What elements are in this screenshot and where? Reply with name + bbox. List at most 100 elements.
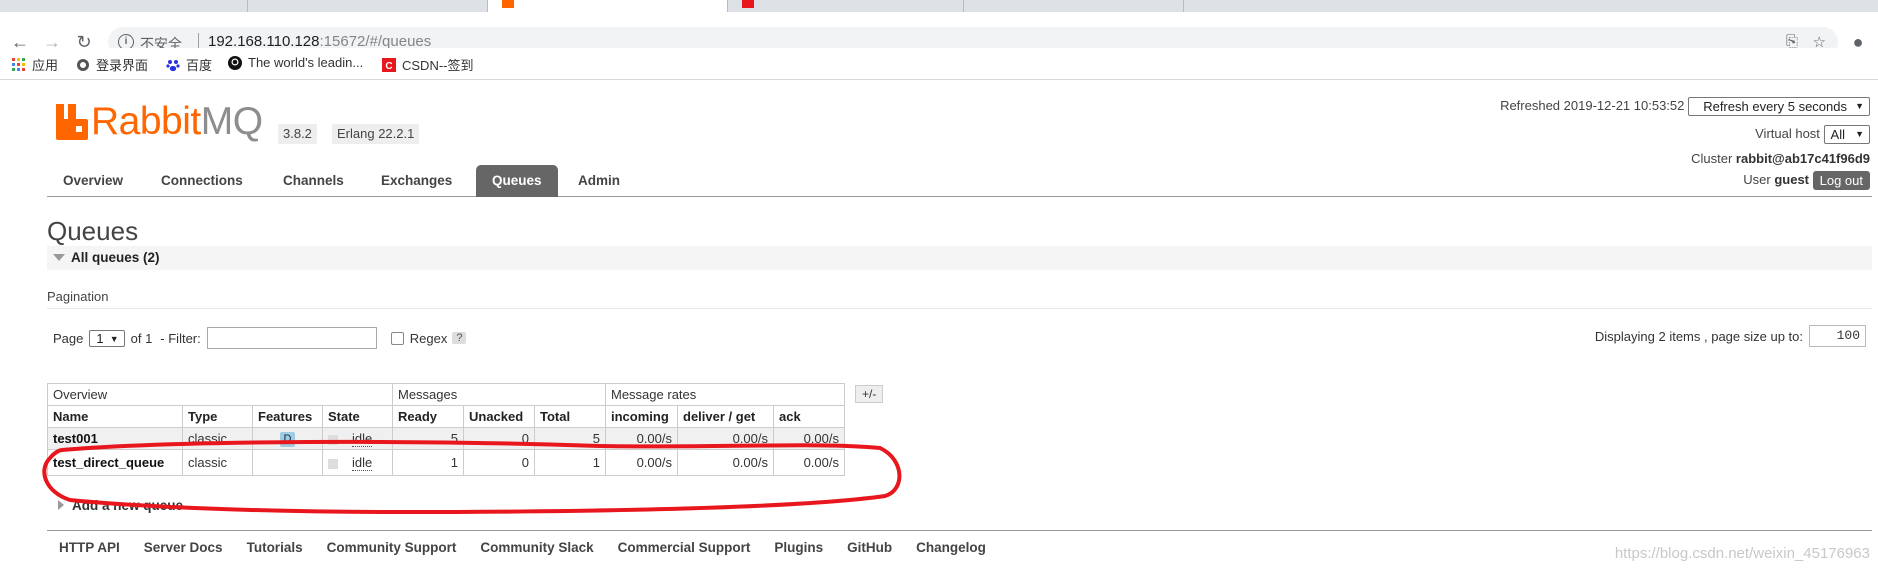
col-features[interactable]: Features <box>252 405 323 428</box>
main-nav: Overview Connections Channels Exchanges … <box>47 165 1872 197</box>
cluster-row: Cluster rabbit@ab17c41f96d9 <box>1691 151 1870 166</box>
watermark: https://blog.csdn.net/weixin_45176963 <box>1614 545 1870 562</box>
tab-overview[interactable]: Overview <box>47 165 139 197</box>
bookmark-csdn[interactable]: C CSDN--签到 <box>382 55 474 74</box>
expand-triangle-icon <box>58 500 64 510</box>
col-name[interactable]: Name <box>47 405 183 428</box>
browser-toolbar: ← → ↻ i 不安全 192.168.110.128:15672/#/queu… <box>0 12 1878 57</box>
collapse-triangle-icon <box>53 254 65 261</box>
group-message-rates: Message rates <box>605 383 845 406</box>
tab-channels[interactable]: Channels <box>267 165 360 197</box>
globe-icon <box>77 58 89 71</box>
csdn-favicon-icon <box>742 0 754 8</box>
browser-tab[interactable] <box>248 0 488 12</box>
browser-tab-active[interactable] <box>488 0 728 12</box>
rabbitmq-logo[interactable]: RabbitMQ <box>56 102 263 141</box>
regex-checkbox[interactable] <box>390 331 404 345</box>
page-select[interactable]: 1 <box>89 329 125 347</box>
table-group-header: Overview Messages Message rates <box>47 383 845 406</box>
page-count: of 1 <box>130 330 153 346</box>
regex-help-button[interactable]: ? <box>452 332 467 344</box>
refresh-status: Refreshed 2019-12-21 10:53:52 Refresh ev… <box>1500 97 1870 116</box>
queue-state: idle <box>322 449 393 476</box>
footer-link-server-docs[interactable]: Server Docs <box>144 540 223 555</box>
tab-admin[interactable]: Admin <box>562 165 636 197</box>
footer-link-commercial-support[interactable]: Commercial Support <box>618 540 751 555</box>
tab-queues[interactable]: Queues <box>476 165 558 197</box>
browser-tab[interactable] <box>0 0 248 12</box>
ready-count: 1 <box>392 449 464 476</box>
version-badge: 3.8.2 <box>278 124 317 144</box>
queue-name-link[interactable]: test001 <box>47 427 183 450</box>
bookmark-label: 应用 <box>32 58 59 73</box>
column-toggle-button[interactable]: +/- <box>855 385 884 403</box>
page-size-input[interactable]: 100 <box>1809 325 1866 347</box>
queue-type: classic <box>182 427 253 450</box>
col-unacked[interactable]: Unacked <box>463 405 535 428</box>
page-label: Page <box>53 330 84 346</box>
ack-rate: 0.00/s <box>773 427 845 450</box>
table-row[interactable]: test001 classic D idle 5 0 5 0.00/s 0.00… <box>47 427 845 450</box>
red-annotation-outline <box>42 439 902 515</box>
queue-type: classic <box>182 449 253 476</box>
queues-table: Overview Messages Message rates Name Typ… <box>47 383 845 476</box>
erlang-version-badge: Erlang 22.2.1 <box>332 124 420 144</box>
bookmark-label: 登录界面 <box>96 58 149 73</box>
state-indicator-icon <box>328 434 338 445</box>
table-row[interactable]: test_direct_queue classic idle 1 0 1 0.0… <box>47 449 845 476</box>
filter-input[interactable] <box>206 327 377 349</box>
col-total[interactable]: Total <box>534 405 606 428</box>
bookmark-apps[interactable]: 应用 <box>12 55 58 74</box>
filter-label: - Filter: <box>160 330 201 346</box>
bookmark-label: CSDN--签到 <box>402 58 474 73</box>
add-queue-toggle[interactable]: Add a new queue <box>58 498 183 513</box>
cluster-label: Cluster <box>1691 151 1733 166</box>
col-ready[interactable]: Ready <box>392 405 464 428</box>
pagination-heading: Pagination <box>47 289 109 304</box>
footer-link-http-api[interactable]: HTTP API <box>59 540 120 555</box>
total-count: 5 <box>534 427 606 450</box>
divider <box>47 308 1872 309</box>
bookmark-baidu[interactable]: 百度 <box>166 55 212 74</box>
page-size-control: Displaying 2 items , page size up to: 10… <box>1595 325 1866 347</box>
col-incoming[interactable]: incoming <box>605 405 678 428</box>
page-title: Queues <box>47 216 139 246</box>
footer-link-community-slack[interactable]: Community Slack <box>480 540 593 555</box>
queue-name-link[interactable]: test_direct_queue <box>47 449 183 476</box>
bookmark-login[interactable]: 登录界面 <box>76 55 148 74</box>
browser-tab[interactable] <box>728 0 964 12</box>
vhost-select[interactable]: All <box>1823 125 1870 144</box>
footer-link-changelog[interactable]: Changelog <box>916 540 986 555</box>
footer-link-github[interactable]: GitHub <box>847 540 892 555</box>
incoming-rate: 0.00/s <box>605 449 678 476</box>
section-label: All queues (2) <box>71 250 160 265</box>
cluster-name: rabbit@ab17c41f96d9 <box>1735 151 1870 166</box>
group-overview: Overview <box>47 383 393 406</box>
footer-link-tutorials[interactable]: Tutorials <box>247 540 303 555</box>
refresh-interval-select[interactable]: Refresh every 5 seconds <box>1688 97 1870 116</box>
col-type[interactable]: Type <box>182 405 253 428</box>
col-deliver-get[interactable]: deliver / get <box>677 405 774 428</box>
footer-links: HTTP API Server Docs Tutorials Community… <box>59 540 986 555</box>
tab-exchanges[interactable]: Exchanges <box>365 165 468 197</box>
bookmark-github[interactable]: The world's leadin... <box>228 55 363 70</box>
github-icon <box>228 55 242 70</box>
all-queues-section-toggle[interactable]: All queues (2) <box>47 246 1872 270</box>
pagination-controls: Page 1 of 1 - Filter: Regex ? <box>53 327 467 349</box>
footer-link-community-support[interactable]: Community Support <box>327 540 457 555</box>
table-header-row: Name Type Features State Ready Unacked T… <box>47 405 845 428</box>
col-ack[interactable]: ack <box>773 405 845 428</box>
col-state[interactable]: State <box>322 405 393 428</box>
refreshed-timestamp: Refreshed 2019-12-21 10:53:52 <box>1500 97 1685 113</box>
unacked-count: 0 <box>463 449 535 476</box>
footer-link-plugins[interactable]: Plugins <box>774 540 823 555</box>
state-indicator-icon <box>328 458 338 469</box>
tab-connections[interactable]: Connections <box>145 165 259 197</box>
bookmark-label: The world's leadin... <box>248 55 364 70</box>
queue-features: D <box>252 427 323 450</box>
group-messages: Messages <box>392 383 606 406</box>
browser-tab[interactable] <box>964 0 1184 12</box>
csdn-icon: C <box>382 57 396 72</box>
ready-count: 5 <box>392 427 464 450</box>
deliver-get-rate: 0.00/s <box>677 449 774 476</box>
